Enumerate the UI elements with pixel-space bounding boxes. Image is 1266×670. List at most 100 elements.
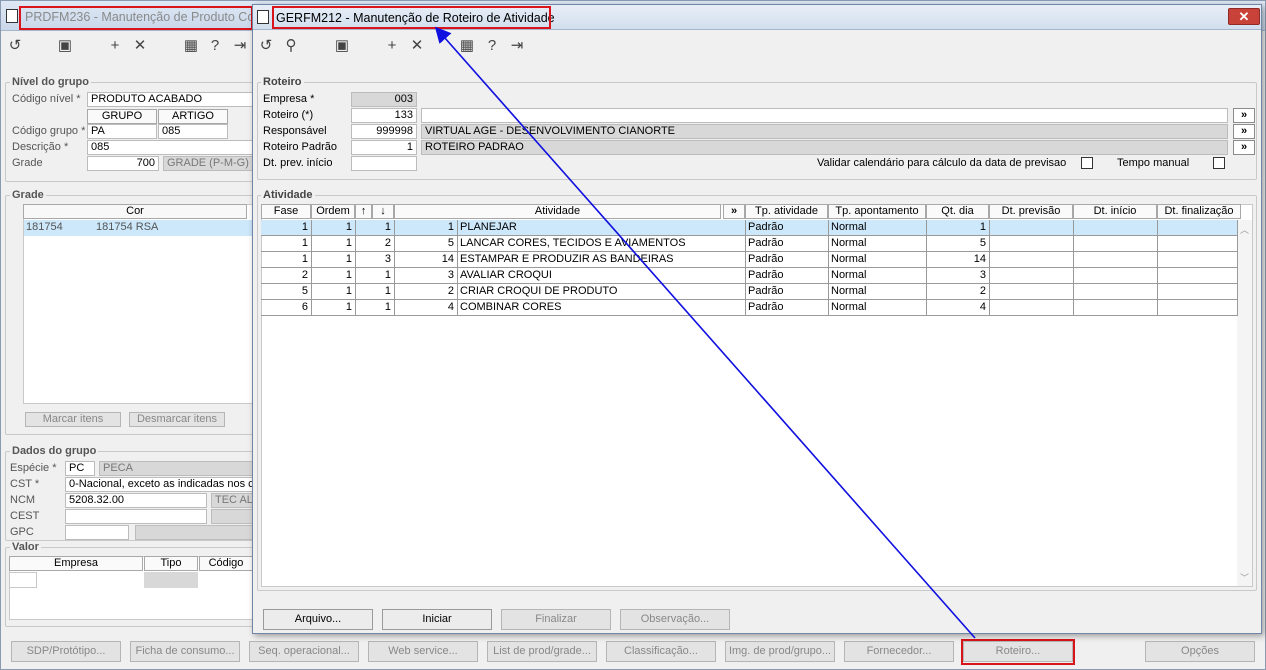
cell-apont[interactable]: Normal	[828, 300, 926, 316]
cell-ordem[interactable]: 1	[311, 268, 355, 284]
opcoes-button[interactable]: Opções	[1145, 641, 1255, 662]
desmarcar-itens-button[interactable]: Desmarcar itens	[129, 412, 225, 427]
img-prod-grupo-button[interactable]: Img. de prod/grupo...	[725, 641, 835, 662]
cell-ativ_cod[interactable]: 5	[394, 236, 457, 252]
list-prod-grade-button[interactable]: List de prod/grade...	[487, 641, 597, 662]
cell-fase[interactable]: 2	[261, 268, 311, 284]
cell-ativ_cod[interactable]: 4	[394, 300, 457, 316]
descricao-field[interactable]: 085	[87, 140, 253, 155]
close-icon[interactable]: ✕	[1228, 8, 1260, 25]
empresa-field[interactable]: 003	[351, 92, 417, 107]
cell-apont[interactable]: Normal	[828, 268, 926, 284]
scroll-down-icon[interactable]: ﹀	[1240, 571, 1249, 584]
exit-icon[interactable]: ⇥	[231, 37, 249, 55]
undo-icon[interactable]: ↺	[6, 37, 24, 55]
roteiro-lookup-button[interactable]: »	[1233, 108, 1255, 123]
cell-ativ[interactable]: AVALIAR CROQUI	[457, 268, 745, 284]
cell-seq[interactable]: 3	[355, 252, 394, 268]
col-atividade[interactable]: Atividade	[394, 204, 721, 219]
atividade-scrollbar[interactable]	[1237, 220, 1252, 586]
roteiro-desc-field[interactable]	[421, 108, 1228, 123]
help-icon[interactable]: ?	[483, 37, 501, 55]
help-icon[interactable]: ?	[206, 37, 224, 55]
cell-fase[interactable]: 5	[261, 284, 311, 300]
close-x-icon[interactable]: ✕	[131, 37, 149, 55]
cell-apont[interactable]: Normal	[828, 236, 926, 252]
cell-qt[interactable]: 14	[926, 252, 989, 268]
save-icon[interactable]: ▣	[56, 37, 74, 55]
cell-ativ_cod[interactable]: 1	[394, 220, 457, 236]
roteiro-padrao-lookup-button[interactable]: »	[1233, 140, 1255, 155]
col-ordem[interactable]: Ordem	[311, 204, 355, 219]
classificacao-button[interactable]: Classificação...	[606, 641, 716, 662]
tempo-manual-checkbox[interactable]	[1213, 157, 1225, 169]
col-dt-inicio[interactable]: Dt. início	[1073, 204, 1157, 219]
observacao-button[interactable]: Observação...	[620, 609, 730, 630]
web-service-button[interactable]: Web service...	[368, 641, 478, 662]
cell-tp[interactable]: Padrão	[745, 236, 828, 252]
artigo-field[interactable]: 085	[158, 124, 228, 139]
col-dt-previsao[interactable]: Dt. previsão	[989, 204, 1073, 219]
cell-qt[interactable]: 4	[926, 300, 989, 316]
cell-ativ[interactable]: LANCAR CORES, TECIDOS E AVIAMENTOS	[457, 236, 745, 252]
cell-seq[interactable]: 2	[355, 236, 394, 252]
cell-seq[interactable]: 1	[355, 268, 394, 284]
cell-ordem[interactable]: 1	[311, 300, 355, 316]
marcar-itens-button[interactable]: Marcar itens	[25, 412, 121, 427]
dt-prev-inicio-field[interactable]	[351, 156, 417, 171]
cell-tp[interactable]: Padrão	[745, 220, 828, 236]
ncm-field[interactable]: 5208.32.00	[65, 493, 207, 508]
codigo-nivel-field[interactable]: PRODUTO ACABADO	[87, 92, 253, 107]
cell-ativ[interactable]: PLANEJAR	[457, 220, 745, 236]
cell-fase[interactable]: 1	[261, 236, 311, 252]
cst-field[interactable]: 0-Nacional, exceto as indicadas nos c	[65, 477, 253, 492]
finalizar-button[interactable]: Finalizar	[501, 609, 611, 630]
responsavel-field[interactable]: 999998	[351, 124, 417, 139]
cell-seq[interactable]: 1	[355, 284, 394, 300]
cell-tp[interactable]: Padrão	[745, 268, 828, 284]
seq-operacional-button[interactable]: Seq. operacional...	[249, 641, 359, 662]
sort-up-icon[interactable]: ↑	[355, 204, 372, 219]
atividade-more-button[interactable]: »	[723, 204, 745, 219]
cell-apont[interactable]: Normal	[828, 284, 926, 300]
cell-fase[interactable]: 1	[261, 252, 311, 268]
cell-apont[interactable]: Normal	[828, 252, 926, 268]
cell-tp[interactable]: Padrão	[745, 284, 828, 300]
cell-qt[interactable]: 2	[926, 284, 989, 300]
col-dt-finalizacao[interactable]: Dt. finalização	[1157, 204, 1241, 219]
cell-ativ_cod[interactable]: 2	[394, 284, 457, 300]
cell-fase[interactable]: 6	[261, 300, 311, 316]
search-icon[interactable]: ⚲	[282, 37, 300, 55]
cell-ativ[interactable]: ESTAMPAR E PRODUZIR AS BANDEIRAS	[457, 252, 745, 268]
plus-icon[interactable]: +	[106, 37, 124, 55]
sort-down-icon[interactable]: ↓	[372, 204, 394, 219]
col-tp-apontamento[interactable]: Tp. apontamento	[828, 204, 926, 219]
roteiro-field[interactable]: 133	[351, 108, 417, 123]
codigo-grupo-field[interactable]: PA	[87, 124, 157, 139]
save-icon[interactable]: ▣	[333, 37, 351, 55]
especie-field[interactable]: PC	[65, 461, 95, 476]
sdp-prototipo-button[interactable]: SDP/Protótipo...	[11, 641, 121, 662]
validar-calendario-checkbox[interactable]	[1081, 157, 1093, 169]
cell-ativ[interactable]: COMBINAR CORES	[457, 300, 745, 316]
roteiro-padrao-field[interactable]: 1	[351, 140, 417, 155]
cell-tp[interactable]: Padrão	[745, 300, 828, 316]
cell-seq[interactable]: 1	[355, 300, 394, 316]
responsavel-lookup-button[interactable]: »	[1233, 124, 1255, 139]
exit-icon[interactable]: ⇥	[508, 37, 526, 55]
arquivo-button[interactable]: Arquivo...	[263, 609, 373, 630]
cell-qt[interactable]: 3	[926, 268, 989, 284]
ficha-consumo-button[interactable]: Ficha de consumo...	[130, 641, 240, 662]
valor-row-cell[interactable]	[9, 572, 37, 588]
gpc-field[interactable]	[65, 525, 129, 540]
scroll-up-icon[interactable]: ︿	[1240, 223, 1249, 236]
calendar-icon[interactable]: ▦	[458, 37, 476, 55]
grade-field[interactable]: 700	[87, 156, 159, 171]
col-qt-dia[interactable]: Qt. dia	[926, 204, 989, 219]
cell-fase[interactable]: 1	[261, 220, 311, 236]
plus-icon[interactable]: +	[383, 37, 401, 55]
close-x-icon[interactable]: ✕	[408, 37, 426, 55]
cell-ordem[interactable]: 1	[311, 236, 355, 252]
cell-ordem[interactable]: 1	[311, 284, 355, 300]
calendar-icon[interactable]: ▦	[182, 37, 200, 55]
